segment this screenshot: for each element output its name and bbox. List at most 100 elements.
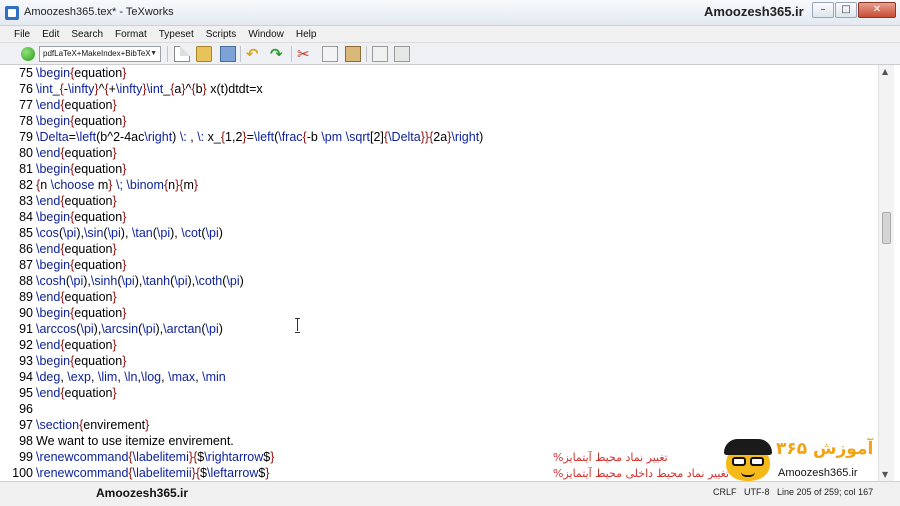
menu-window[interactable]: Window bbox=[242, 26, 290, 42]
find-icon[interactable] bbox=[372, 46, 388, 62]
line-number: 100 bbox=[12, 466, 33, 480]
toolbar: pdfLaTeX+MakeIndex+BibTeX ▼ ↶ ↷ ✂ bbox=[0, 43, 900, 65]
line-number: 81 bbox=[19, 162, 33, 176]
menu-format[interactable]: Format bbox=[109, 26, 153, 42]
code-line: 90 \begin{equation} bbox=[0, 305, 878, 321]
code-line: 93 \begin{equation} bbox=[0, 353, 878, 369]
menu-edit[interactable]: Edit bbox=[36, 26, 65, 42]
line-number: 93 bbox=[19, 354, 33, 368]
line-number: 94 bbox=[19, 370, 33, 384]
line-text: \cos(\pi),\sin(\pi), \tan(\pi), \cot(\pi… bbox=[36, 226, 223, 240]
scroll-down-icon[interactable]: ▼ bbox=[882, 470, 888, 479]
close-button[interactable]: ✕ bbox=[858, 2, 896, 18]
code-line: 87 \begin{equation} bbox=[0, 257, 878, 273]
encoding-indicator[interactable]: UTF-8 bbox=[744, 487, 770, 497]
line-number: 89 bbox=[19, 290, 33, 304]
line-number: 95 bbox=[19, 386, 33, 400]
logo-domain: Amoozesh365.ir bbox=[778, 467, 858, 479]
save-icon[interactable] bbox=[220, 46, 236, 62]
copy-icon[interactable] bbox=[322, 46, 338, 62]
line-number: 77 bbox=[19, 98, 33, 112]
play-icon[interactable] bbox=[21, 47, 35, 61]
texworks-app-icon bbox=[5, 6, 19, 20]
cut-icon[interactable]: ✂ bbox=[297, 46, 313, 62]
code-line: 91 \arccos(\pi),\arcsin(\pi),\arctan(\pi) bbox=[0, 321, 878, 337]
menu-scripts[interactable]: Scripts bbox=[200, 26, 243, 42]
line-text: \renewcommand{\labelitemii}{$\leftarrow$… bbox=[36, 466, 270, 480]
watermark-bottom: Amoozesh365.ir bbox=[96, 486, 189, 500]
line-text: \begin{equation} bbox=[36, 354, 127, 368]
vertical-scrollbar[interactable]: ▲ ▼ bbox=[878, 65, 894, 481]
line-text: \end{equation} bbox=[36, 146, 117, 160]
menu-bar: File Edit Search Format Typeset Scripts … bbox=[0, 26, 900, 43]
menu-file[interactable]: File bbox=[8, 26, 36, 42]
logo-glasses-left bbox=[732, 457, 746, 466]
line-text: \int_{-\infty}^{+\infty}\int_{a}^{b} x(t… bbox=[36, 82, 263, 96]
line-number: 98 bbox=[19, 434, 33, 448]
line-text: \begin{equation} bbox=[36, 66, 127, 80]
persian-comment-100: تغییر نماد محیط داخلی محیط آیتمایز% bbox=[553, 467, 730, 480]
maximize-button[interactable]: □ bbox=[835, 2, 857, 18]
code-line: 82 {n \choose m} \; \binom{n}{m} bbox=[0, 177, 878, 193]
line-number: 85 bbox=[19, 226, 33, 240]
line-number: 92 bbox=[19, 338, 33, 352]
minimize-button[interactable]: – bbox=[812, 2, 834, 18]
engine-label: pdfLaTeX+MakeIndex+BibTeX bbox=[43, 49, 151, 58]
line-number: 87 bbox=[19, 258, 33, 272]
line-number: 80 bbox=[19, 146, 33, 160]
new-document-icon[interactable] bbox=[174, 46, 190, 62]
line-text: \Delta=\left(b^2-4ac\right) \: , \: x_{1… bbox=[36, 130, 484, 144]
toolbar-separator bbox=[167, 46, 168, 62]
code-line: 95 \end{equation} bbox=[0, 385, 878, 401]
line-text: \renewcommand{\labelitemi}{$\rightarrow$… bbox=[36, 450, 275, 464]
line-number: 75 bbox=[19, 66, 33, 80]
line-text: \arccos(\pi),\arcsin(\pi),\arctan(\pi) bbox=[36, 322, 223, 336]
line-text: \end{equation} bbox=[36, 98, 117, 112]
paste-icon[interactable] bbox=[345, 46, 361, 62]
typeset-engine-select[interactable]: pdfLaTeX+MakeIndex+BibTeX ▼ bbox=[39, 46, 161, 62]
line-text: \end{equation} bbox=[36, 386, 117, 400]
line-number: 82 bbox=[19, 178, 33, 192]
code-line: 92 \end{equation} bbox=[0, 337, 878, 353]
scrollbar-thumb[interactable] bbox=[882, 212, 891, 244]
line-number: 90 bbox=[19, 306, 33, 320]
code-line: 76 \int_{-\infty}^{+\infty}\int_{a}^{b} x… bbox=[0, 81, 878, 97]
code-line: 84 \begin{equation} bbox=[0, 209, 878, 225]
logo-hair bbox=[724, 439, 772, 455]
code-line: 89 \end{equation} bbox=[0, 289, 878, 305]
line-number: 99 bbox=[19, 450, 33, 464]
line-text: \end{equation} bbox=[36, 338, 117, 352]
line-text: \end{equation} bbox=[36, 194, 117, 208]
menu-search[interactable]: Search bbox=[65, 26, 109, 42]
undo-icon[interactable]: ↶ bbox=[246, 46, 262, 62]
title-bar: Amoozesh365.tex* - TeXworks Amoozesh365.… bbox=[0, 0, 900, 26]
redo-icon[interactable]: ↷ bbox=[270, 46, 286, 62]
scroll-up-icon[interactable]: ▲ bbox=[882, 67, 888, 76]
line-text: \end{equation} bbox=[36, 290, 117, 304]
line-number: 97 bbox=[19, 418, 33, 432]
line-text: \deg, \exp, \lim, \ln,\log, \max, \min bbox=[36, 370, 226, 384]
code-line: 85 \cos(\pi),\sin(\pi), \tan(\pi), \cot(\… bbox=[0, 225, 878, 241]
toolbar-separator bbox=[291, 46, 292, 62]
code-line: 81 \begin{equation} bbox=[0, 161, 878, 177]
line-text: We want to use itemize envirement. bbox=[36, 434, 234, 448]
replace-icon[interactable] bbox=[394, 46, 410, 62]
menu-help[interactable]: Help bbox=[290, 26, 323, 42]
menu-typeset[interactable]: Typeset bbox=[153, 26, 200, 42]
line-text: \end{equation} bbox=[36, 242, 117, 256]
open-folder-icon[interactable] bbox=[196, 46, 212, 62]
code-line: 96 bbox=[0, 401, 878, 417]
line-text: \begin{equation} bbox=[36, 306, 127, 320]
line-number: 91 bbox=[19, 322, 33, 336]
line-text: \begin{equation} bbox=[36, 210, 127, 224]
line-ending-indicator[interactable]: CRLF bbox=[713, 487, 737, 497]
logo-glasses-right bbox=[750, 457, 764, 466]
line-text: \begin{equation} bbox=[36, 114, 127, 128]
line-number: 78 bbox=[19, 114, 33, 128]
code-line: 75 \begin{equation} bbox=[0, 65, 878, 81]
code-editor[interactable]: 75 \begin{equation} 76 \int_{-\infty}^{+\i… bbox=[0, 65, 878, 481]
line-number: 79 bbox=[19, 130, 33, 144]
toolbar-separator bbox=[366, 46, 367, 62]
watermark-top: Amoozesh365.ir bbox=[704, 4, 804, 19]
code-line: 86 \end{equation} bbox=[0, 241, 878, 257]
